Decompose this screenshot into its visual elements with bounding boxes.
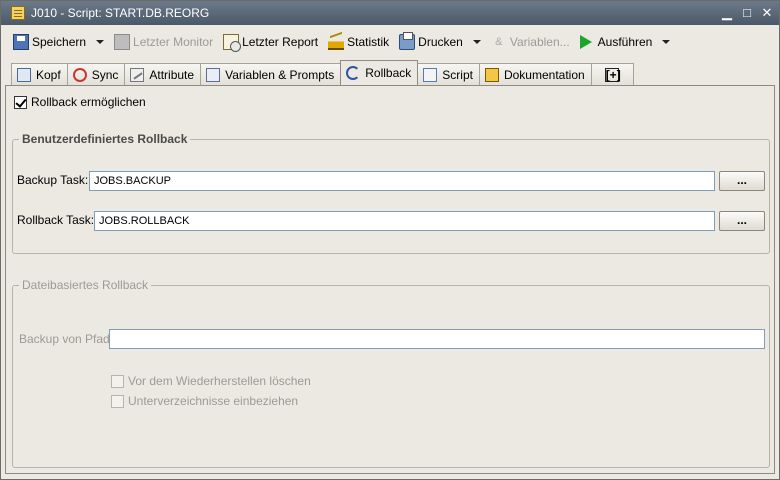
variables-icon: & [495, 36, 503, 48]
enable-rollback-checkbox[interactable] [14, 95, 27, 109]
title-bar: J010 - Script: START.DB.REORG ▁ □ ✕ [1, 1, 779, 25]
tab-dokumentation[interactable]: Dokumentation [478, 63, 592, 85]
rollback-task-field[interactable]: JOBS.ROLLBACK [94, 211, 715, 231]
include-subdirs-checkbox[interactable] [111, 394, 124, 408]
save-label: Speichern [32, 35, 87, 49]
last-monitor-label: Letzter Monitor [133, 35, 214, 49]
restore-delete-label: Vor dem Wiederherstellen löschen [128, 374, 311, 388]
last-report-button[interactable]: Letzter Report [219, 30, 322, 54]
file-based-rollback-group-title: Dateibasiertes Rollback [19, 278, 152, 292]
play-icon [579, 35, 592, 49]
variables-icon [206, 67, 221, 82]
tab-variables-prompts[interactable]: Variablen & Prompts [200, 63, 342, 85]
include-subdirs-label: Unterverzeichnisse einbeziehen [128, 394, 299, 408]
tab-rollback[interactable]: Rollback [340, 60, 419, 85]
maximize-icon[interactable]: □ [739, 5, 755, 21]
print-dropdown-chevron-icon[interactable] [472, 40, 481, 44]
attributes-icon [130, 67, 145, 82]
tab-label: Dokumentation [503, 67, 585, 82]
tab-label: Sync [91, 67, 119, 82]
backup-path-label: Backup von Pfad: [19, 332, 114, 346]
report-icon [223, 34, 242, 52]
sync-icon [72, 67, 87, 82]
tab-sync[interactable]: Sync [66, 63, 126, 85]
printer-icon [399, 32, 416, 50]
rollback-icon [346, 66, 361, 80]
statistics-label: Statistik [347, 35, 390, 49]
close-icon[interactable]: ✕ [759, 5, 775, 21]
custom-rollback-group-title: Benutzerdefiniertes Rollback [19, 132, 191, 146]
statistics-button[interactable]: Statistik [324, 30, 393, 54]
backup-task-label: Backup Task: [17, 173, 89, 187]
add-tab-icon: [+] [604, 67, 621, 82]
script-editor-window: J010 - Script: START.DB.REORG ▁ □ ✕ Spei… [0, 0, 780, 480]
save-icon [13, 34, 29, 50]
tab-label: Rollback [365, 66, 412, 80]
execute-dropdown-chevron-icon[interactable] [662, 40, 671, 44]
documentation-icon [484, 67, 499, 82]
rollback-task-browse-button[interactable]: ... [719, 211, 765, 231]
toolbar: Speichern Letzter Monitor Letzter Report… [1, 28, 779, 56]
restore-delete-checkbox-row[interactable]: Vor dem Wiederherstellen löschen [111, 374, 311, 388]
restore-delete-checkbox[interactable] [111, 374, 124, 388]
header-icon [17, 67, 31, 82]
backup-task-browse-button[interactable]: ... [719, 171, 765, 191]
tab-label: Attribute [149, 67, 195, 82]
last-monitor-button[interactable]: Letzter Monitor [110, 30, 217, 54]
rollback-task-label: Rollback Task: [17, 213, 95, 227]
custom-rollback-group: Benutzerdefiniertes Rollback Backup Task… [12, 132, 770, 254]
enable-rollback-label: Rollback ermöglichen [31, 95, 146, 109]
script-doc-icon [11, 6, 25, 20]
tab-label: Variablen & Prompts [225, 67, 335, 82]
tab-bar: Kopf Sync Attribute Variablen & Prompts … [11, 60, 634, 85]
file-based-rollback-group: Dateibasiertes Rollback Backup von Pfad:… [12, 278, 770, 468]
print-button[interactable]: Drucken [395, 30, 467, 54]
statistics-icon [328, 34, 345, 50]
tab-label: Script [442, 67, 473, 82]
tab-attribute[interactable]: Attribute [124, 63, 202, 85]
last-report-label: Letzter Report [242, 35, 319, 49]
save-button[interactable]: Speichern [9, 30, 90, 54]
tab-script[interactable]: Script [417, 63, 480, 85]
script-icon [423, 67, 438, 82]
execute-label: Ausführen [597, 35, 653, 49]
minimize-icon[interactable]: ▁ [719, 5, 735, 21]
execute-button[interactable]: Ausführen [576, 30, 657, 54]
print-label: Drucken [418, 35, 463, 49]
monitor-icon [114, 34, 131, 50]
variables-button[interactable]: & Variablen... [487, 30, 574, 54]
save-dropdown-chevron-icon[interactable] [96, 40, 105, 44]
rollback-panel: Rollback ermöglichen Benutzerdefiniertes… [5, 85, 775, 474]
enable-rollback-checkbox-row[interactable]: Rollback ermöglichen [14, 95, 146, 109]
backup-path-field[interactable] [109, 329, 765, 349]
include-subdirs-checkbox-row[interactable]: Unterverzeichnisse einbeziehen [111, 394, 298, 408]
tab-label: Kopf [36, 67, 61, 82]
window-title: J010 - Script: START.DB.REORG [31, 6, 210, 20]
tab-kopf[interactable]: Kopf [11, 63, 68, 85]
variables-label: Variablen... [509, 35, 570, 49]
tab-add[interactable]: [+] [590, 63, 634, 85]
backup-task-field[interactable]: JOBS.BACKUP [89, 171, 715, 191]
